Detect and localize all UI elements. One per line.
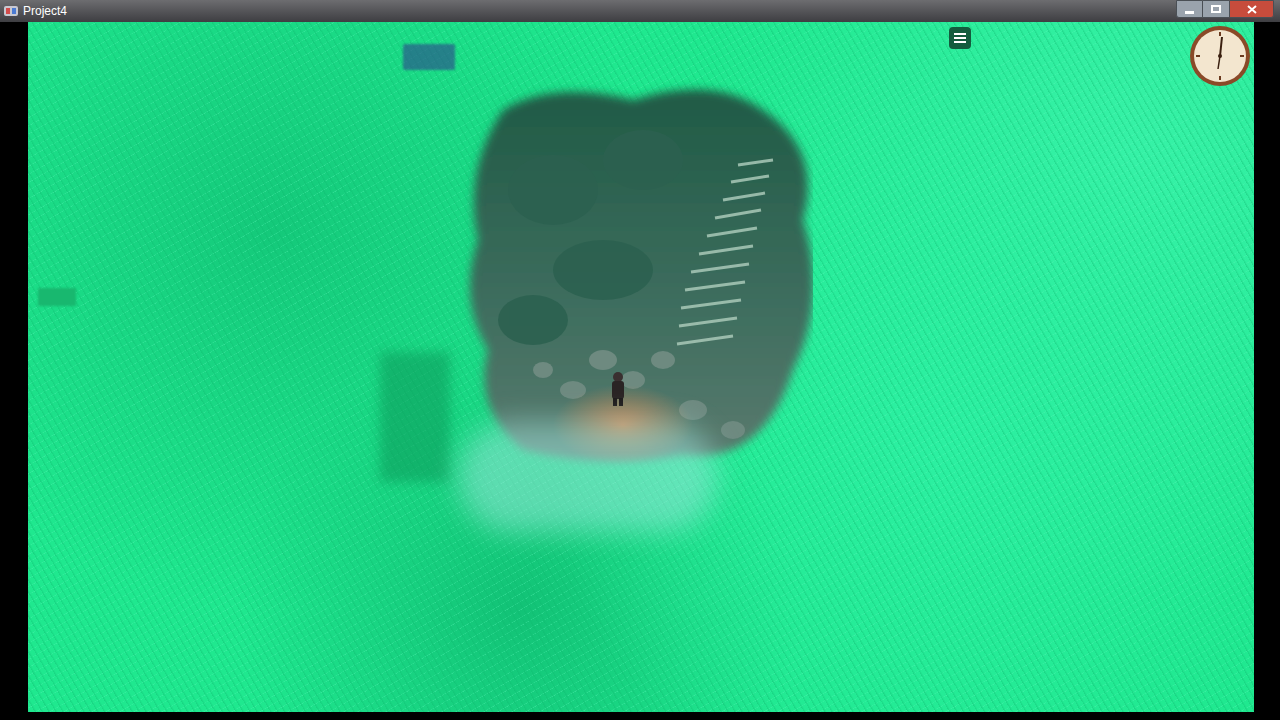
map-marker <box>38 288 76 306</box>
title-bar: Project4 <box>0 0 1280 22</box>
clock-icon <box>1189 25 1251 87</box>
window-title: Project4 <box>23 0 67 22</box>
game-scene[interactable] <box>28 22 1254 712</box>
menu-icon[interactable] <box>949 27 971 49</box>
shadow <box>380 352 450 482</box>
close-icon[interactable] <box>1229 0 1274 18</box>
game-window: Project4 <box>0 0 1280 720</box>
minimize-icon[interactable] <box>1176 0 1203 18</box>
app-icon <box>4 5 18 17</box>
maximize-icon[interactable] <box>1203 0 1229 18</box>
player-character <box>612 372 624 406</box>
rock-stairs <box>433 70 813 470</box>
floating-label <box>403 44 455 70</box>
